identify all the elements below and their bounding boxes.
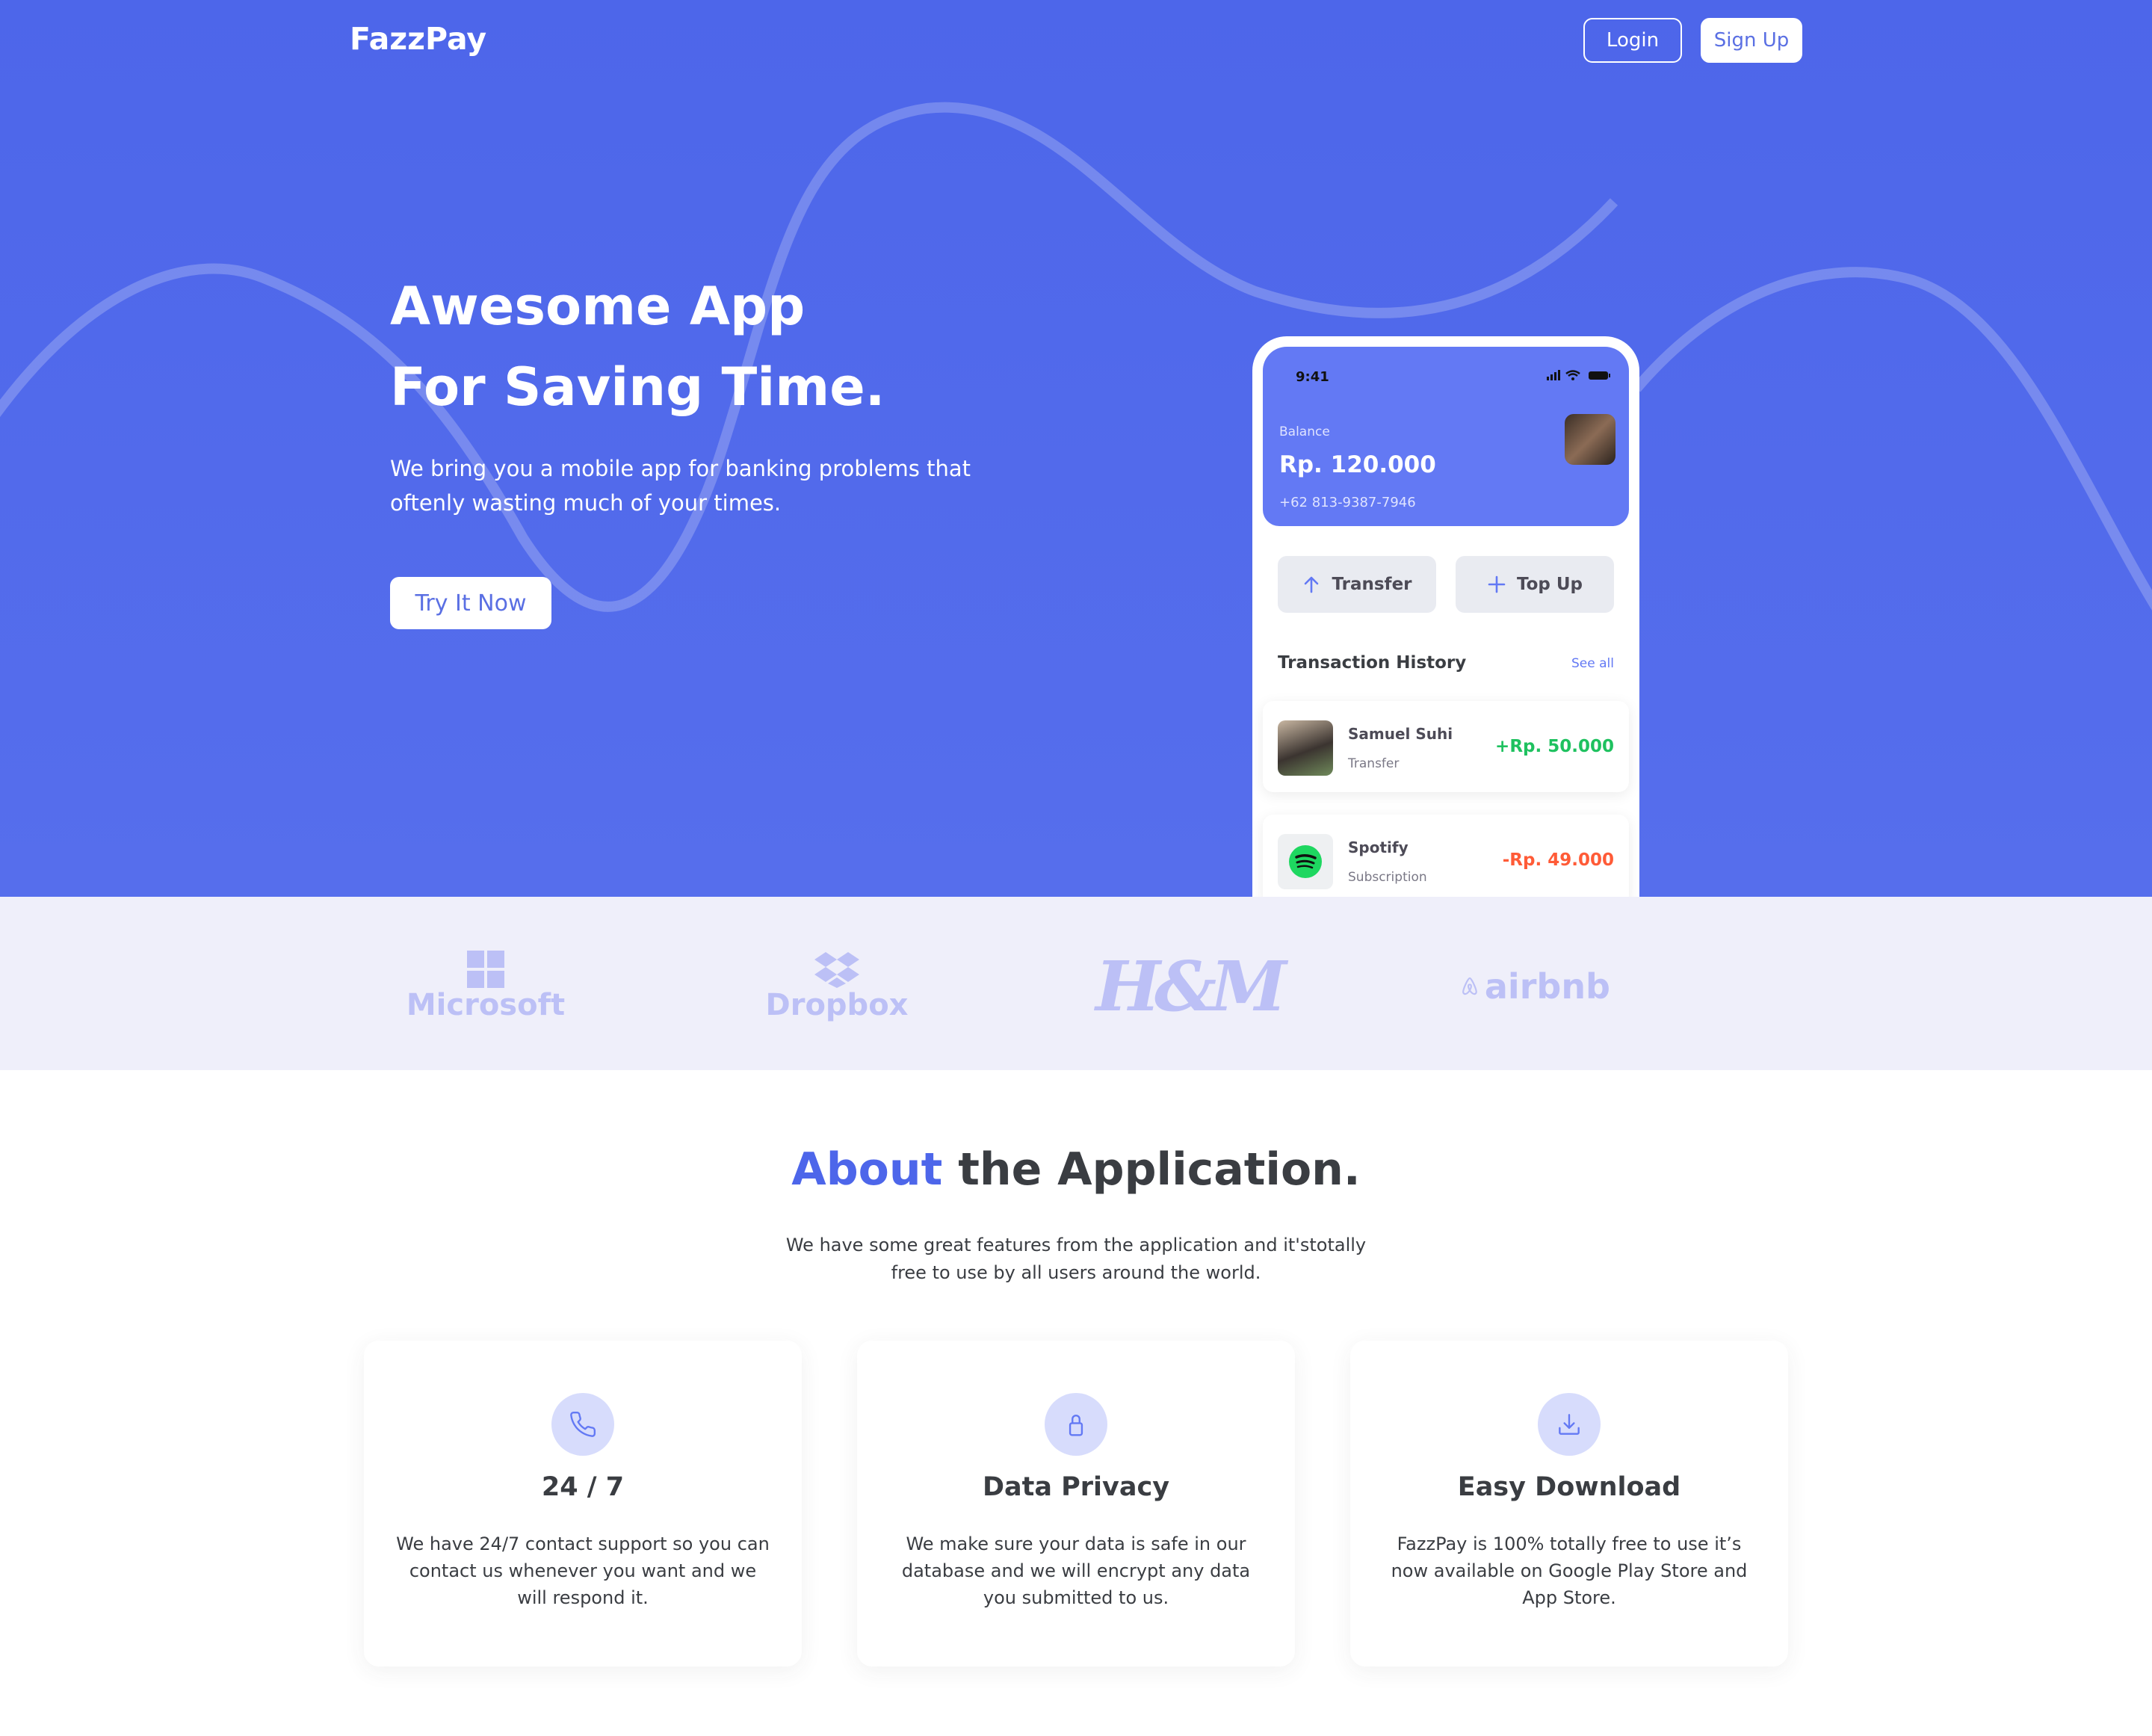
partner-name: Dropbox — [765, 988, 909, 1022]
transaction-type: Transfer — [1348, 756, 1400, 771]
feature-card-download: Easy Download FazzPay is 100% totally fr… — [1350, 1341, 1788, 1667]
hero-wave-decoration — [0, 102, 2152, 612]
contact-avatar — [1278, 720, 1333, 776]
transfer-button[interactable]: Transfer — [1278, 556, 1436, 613]
feature-description: FazzPay is 100% totally free to use it’s… — [1391, 1533, 1748, 1608]
status-bar-time: 9:41 — [1296, 369, 1329, 385]
partner-logo-hm: H&M — [1095, 942, 1287, 1031]
partner-logo-airbnb: airbnb — [1461, 942, 1610, 1031]
download-icon — [1538, 1393, 1601, 1456]
hero-description: We bring you a mobile app for banking pr… — [390, 456, 971, 516]
partners-section: Microsoft Dropbox H&M airbnb — [0, 897, 2152, 1070]
about-title-rest: the Application. — [942, 1143, 1361, 1196]
transaction-amount: +Rp. 50.000 — [1495, 737, 1614, 756]
transaction-history-title: Transaction History — [1278, 653, 1467, 673]
partner-name: airbnb — [1484, 966, 1610, 1007]
balance-amount: Rp. 120.000 — [1279, 451, 1436, 478]
phone-icon — [551, 1393, 614, 1456]
partner-logo-microsoft: Microsoft — [406, 942, 565, 1031]
hero-title: Awesome App For Saving Time. — [390, 266, 1063, 427]
feature-card-support: 24 / 7 We have 24/7 contact support so y… — [364, 1341, 802, 1667]
transaction-name: Spotify — [1348, 838, 1409, 856]
transfer-label: Transfer — [1332, 575, 1412, 594]
balance-label: Balance — [1279, 424, 1330, 439]
user-avatar[interactable] — [1565, 414, 1615, 465]
airbnb-icon — [1462, 977, 1477, 995]
see-all-link[interactable]: See all — [1571, 656, 1614, 671]
hero-section: FazzPay Login Sign Up Awesome App For Sa… — [0, 0, 2152, 897]
transaction-amount: -Rp. 49.000 — [1502, 850, 1614, 870]
transaction-name: Samuel Suhi — [1348, 725, 1453, 743]
phone-number: +62 813-9387-7946 — [1279, 495, 1416, 510]
transaction-item[interactable]: Samuel Suhi Transfer +Rp. 50.000 — [1263, 701, 1629, 792]
feature-title: Easy Download — [1457, 1472, 1681, 1502]
hero-title-line1: Awesome App — [390, 276, 806, 337]
feature-title: 24 / 7 — [541, 1472, 625, 1502]
plus-icon — [1488, 575, 1506, 593]
partner-logo-dropbox: Dropbox — [766, 942, 908, 1031]
about-title: About the Application. — [0, 1143, 2152, 1196]
top-up-label: Top Up — [1516, 575, 1583, 594]
spotify-icon — [1278, 834, 1333, 889]
try-it-now-button[interactable]: Try It Now — [390, 577, 551, 629]
feature-card-privacy: Data Privacy We make sure your data is s… — [857, 1341, 1295, 1667]
brand-logo[interactable]: FazzPay — [350, 21, 486, 57]
signup-button[interactable]: Sign Up — [1701, 18, 1802, 63]
microsoft-icon — [467, 951, 504, 988]
feature-description: We have 24/7 contact support so you can … — [396, 1533, 770, 1608]
dropbox-icon — [814, 952, 859, 988]
feature-description: We make sure your data is safe in our da… — [901, 1533, 1251, 1608]
signal-wifi-battery-icon — [1547, 370, 1610, 380]
arrow-up-icon — [1305, 576, 1319, 593]
lock-icon — [1045, 1393, 1107, 1456]
about-description: We have some great features from the app… — [785, 1235, 1367, 1283]
balance-card: 9:41 Balance Rp. 120.000 +62 813-9387-79… — [1263, 347, 1629, 526]
about-title-accent: About — [791, 1143, 943, 1196]
transaction-type: Subscription — [1348, 870, 1427, 885]
feature-title: Data Privacy — [982, 1472, 1170, 1502]
partner-name: H&M — [1095, 946, 1287, 1027]
status-bar-icons — [1547, 369, 1613, 384]
top-up-button[interactable]: Top Up — [1456, 556, 1614, 613]
partner-name: Microsoft — [406, 988, 566, 1022]
hero-title-line2: For Saving Time. — [390, 356, 885, 418]
transaction-item[interactable]: Spotify Subscription -Rp. 49.000 — [1263, 815, 1629, 897]
login-button[interactable]: Login — [1583, 18, 1682, 63]
phone-mockup: 9:41 Balance Rp. 120.000 +62 813-9387-79… — [1252, 336, 1639, 897]
